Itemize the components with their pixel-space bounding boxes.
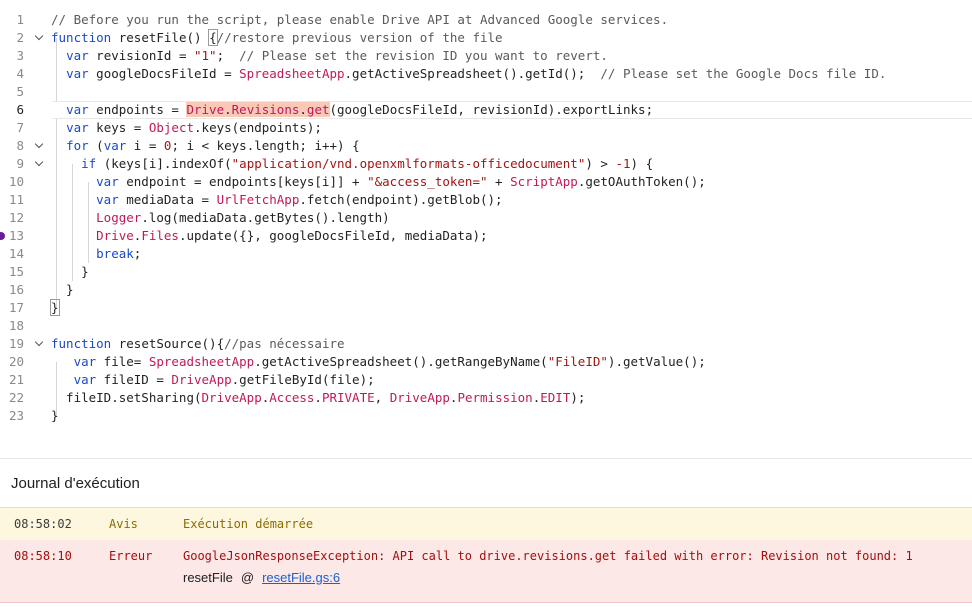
line-number[interactable]: 11 <box>0 191 24 209</box>
code-line[interactable]: 19 function resetSource(){//pas nécessair… <box>0 335 972 353</box>
code-text[interactable]: Drive.Files.update({}, googleDocsFileId,… <box>51 227 487 245</box>
code-text[interactable]: for (var i = 0; i < keys.length; i++) { <box>51 137 360 155</box>
line-number[interactable]: 18 <box>0 317 24 335</box>
line-number[interactable]: 7 <box>0 119 24 137</box>
code-line[interactable]: 18 <box>0 317 972 335</box>
code-text[interactable]: var endpoints = Drive.Revisions.get(goog… <box>51 101 653 119</box>
code-line[interactable]: 16 } <box>0 281 972 299</box>
code-text[interactable]: var fileID = DriveApp.getFileById(file); <box>51 371 375 389</box>
log-level: Erreur <box>109 549 153 563</box>
line-number[interactable]: 12 <box>0 209 24 227</box>
line-number[interactable]: 14 <box>0 245 24 263</box>
line-number[interactable]: 23 <box>0 407 24 425</box>
line-number[interactable]: 15 <box>0 263 24 281</box>
trace-at: @ <box>240 570 255 585</box>
code-line[interactable]: 3 var revisionId = "1"; // Please set th… <box>0 47 972 65</box>
code-text[interactable]: break; <box>51 245 141 263</box>
line-number[interactable]: 10 <box>0 173 24 191</box>
code-line[interactable]: 22 fileID.setSharing(DriveApp.Access.PRI… <box>0 389 972 407</box>
code-text[interactable]: var googleDocsFileId = SpreadsheetApp.ge… <box>51 65 886 83</box>
line-number[interactable]: 4 <box>0 65 24 83</box>
code-line[interactable]: 2 function resetFile() {//restore previou… <box>0 29 972 47</box>
fold-chevron-icon[interactable] <box>33 137 45 155</box>
fold-chevron-icon[interactable] <box>33 29 45 47</box>
code-text[interactable]: var mediaData = UrlFetchApp.fetch(endpoi… <box>51 191 502 209</box>
line-number[interactable]: 8 <box>0 137 24 155</box>
code-text[interactable]: } <box>51 263 89 281</box>
code-line[interactable]: 10 var endpoint = endpoints[keys[i]] + "… <box>0 173 972 191</box>
line-number[interactable]: 9 <box>0 155 24 173</box>
fold-chevron-icon[interactable] <box>33 155 45 173</box>
code-text[interactable]: var file= SpreadsheetApp.getActiveSpread… <box>51 353 706 371</box>
log-row-error: 08:58:10 Erreur GoogleJsonResponseExcept… <box>0 540 972 603</box>
code-line[interactable]: 17} <box>0 299 972 317</box>
code-text[interactable]: function resetFile() {//restore previous… <box>51 29 503 47</box>
code-editor[interactable]: 1 // Before you run the script, please en… <box>0 0 972 458</box>
code-line[interactable]: 6 var endpoints = Drive.Revisions.get(go… <box>0 101 972 119</box>
code-text[interactable]: var keys = Object.keys(endpoints); <box>51 119 322 137</box>
trace-function: resetFile <box>183 570 233 585</box>
line-number[interactable]: 5 <box>0 83 24 101</box>
code-text[interactable]: var revisionId = "1"; // Please set the … <box>51 47 608 65</box>
code-line[interactable]: 13 Drive.Files.update({}, googleDocsFile… <box>0 227 972 245</box>
code-line[interactable]: 11 var mediaData = UrlFetchApp.fetch(end… <box>0 191 972 209</box>
code-text[interactable]: function resetSource(){//pas nécessaire <box>51 335 345 353</box>
line-number[interactable]: 16 <box>0 281 24 299</box>
code-line[interactable]: 1 // Before you run the script, please en… <box>0 11 972 29</box>
code-line[interactable]: 8 for (var i = 0; i < keys.length; i++) … <box>0 137 972 155</box>
stack-trace: resetFile @ resetFile.gs:6 <box>183 570 340 585</box>
fold-chevron-icon[interactable] <box>33 335 45 353</box>
line-number[interactable]: 22 <box>0 389 24 407</box>
execution-log-panel: Journal d'exécution 08:58:02 Avis Exécut… <box>0 458 972 607</box>
code-line[interactable]: 20 var file= SpreadsheetApp.getActiveSpr… <box>0 353 972 371</box>
line-number[interactable]: 2 <box>0 29 24 47</box>
code-line[interactable]: 14 break; <box>0 245 972 263</box>
line-number[interactable]: 21 <box>0 371 24 389</box>
code-text[interactable]: } <box>51 407 59 425</box>
code-text[interactable]: if (keys[i].indexOf("application/vnd.ope… <box>51 155 653 173</box>
code-line[interactable]: 7 var keys = Object.keys(endpoints); <box>0 119 972 137</box>
code-line[interactable]: 5 <box>0 83 972 101</box>
trace-link[interactable]: resetFile.gs:6 <box>262 570 340 585</box>
panel-title: Journal d'exécution <box>11 475 140 492</box>
code-text[interactable]: // Before you run the script, please ena… <box>51 11 668 29</box>
code-line[interactable]: 23} <box>0 407 972 425</box>
code-line[interactable]: 21 var fileID = DriveApp.getFileById(fil… <box>0 371 972 389</box>
code-text[interactable]: } <box>50 299 60 317</box>
log-message: GoogleJsonResponseException: API call to… <box>183 549 913 563</box>
code-text[interactable]: Logger.log(mediaData.getBytes().length) <box>51 209 390 227</box>
code-text[interactable]: } <box>51 281 74 299</box>
code-line[interactable]: 12 Logger.log(mediaData.getBytes().lengt… <box>0 209 972 227</box>
code-text[interactable]: var endpoint = endpoints[keys[i]] + "&ac… <box>51 173 706 191</box>
line-number[interactable]: 3 <box>0 47 24 65</box>
code-line[interactable]: 4 var googleDocsFileId = SpreadsheetApp.… <box>0 65 972 83</box>
line-number[interactable]: 1 <box>0 11 24 29</box>
log-level: Avis <box>109 517 138 531</box>
log-time: 08:58:10 <box>14 549 72 563</box>
code-text[interactable]: fileID.setSharing(DriveApp.Access.PRIVAT… <box>51 389 585 407</box>
log-row-info: 08:58:02 Avis Exécution démarrée <box>0 507 972 541</box>
line-number[interactable]: 17 <box>0 299 24 317</box>
line-number[interactable]: 19 <box>0 335 24 353</box>
line-number[interactable]: 20 <box>0 353 24 371</box>
code-line[interactable]: 15 } <box>0 263 972 281</box>
log-time: 08:58:02 <box>14 517 72 531</box>
log-message: Exécution démarrée <box>183 517 314 531</box>
line-number[interactable]: 6 <box>0 101 24 119</box>
code-line[interactable]: 9 if (keys[i].indexOf("application/vnd.o… <box>0 155 972 173</box>
